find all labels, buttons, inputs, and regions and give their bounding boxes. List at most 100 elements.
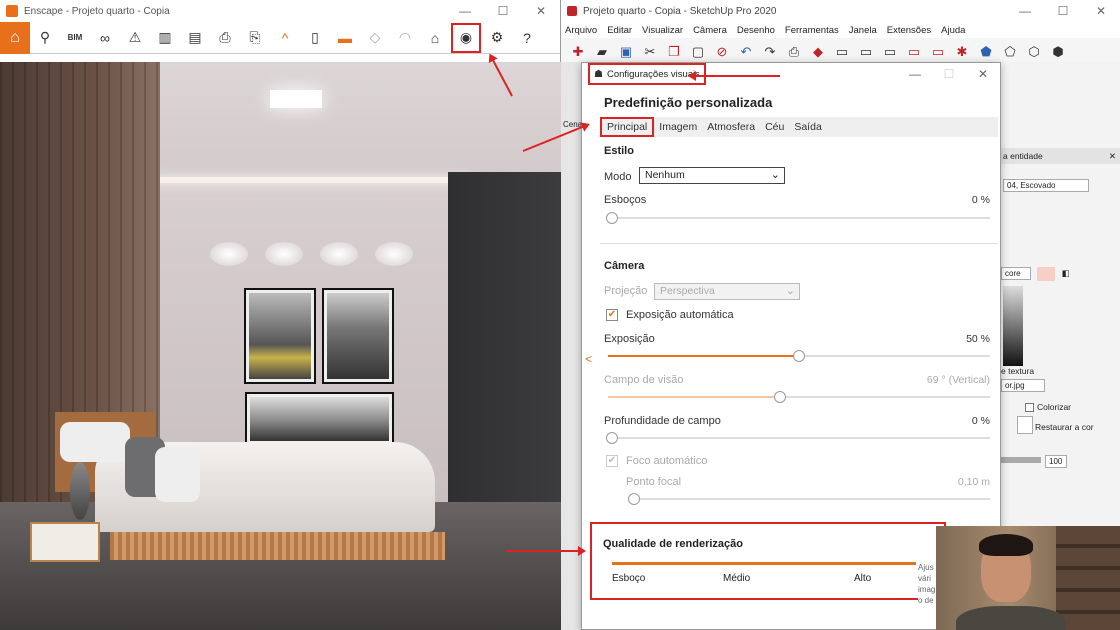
new-file-icon[interactable]: ✚ [567, 41, 589, 63]
dialog-maximize-button[interactable]: ☐ [932, 67, 966, 81]
close-icon[interactable]: ✕ [1109, 148, 1116, 164]
sketchup-maximize-button[interactable]: ☐ [1044, 4, 1082, 18]
buildings-icon[interactable]: ▥ [151, 24, 179, 52]
colorize-checkbox[interactable] [1025, 403, 1034, 413]
upload-icon[interactable]: ⚠ [121, 24, 149, 52]
material-icon[interactable]: ◧ [1062, 268, 1070, 278]
gear-icon[interactable]: ⚙ [483, 24, 511, 52]
menu-arquivo[interactable]: Arquivo [565, 25, 597, 36]
menu-visualizar[interactable]: Visualizar [642, 25, 683, 36]
save-icon[interactable]: ▣ [615, 41, 637, 63]
slider-knob[interactable] [773, 391, 786, 403]
map-pin-icon[interactable]: ⚲ [31, 24, 59, 52]
component-icon[interactable]: ▭ [855, 41, 877, 63]
component-browser-icon[interactable]: ✱ [951, 41, 973, 63]
sketchup-minimize-button[interactable]: — [1006, 4, 1044, 18]
enscape-minimize-button[interactable]: — [446, 4, 484, 18]
chevron-up-icon[interactable]: ^ [271, 24, 299, 52]
menu-extensoes[interactable]: Extensões [887, 25, 931, 36]
binoculars-icon[interactable]: ∞ [91, 24, 119, 52]
cube-icon[interactable]: ◇ [361, 24, 389, 52]
tab-saida[interactable]: Saída [789, 117, 826, 137]
paste-icon[interactable]: ▢ [687, 41, 709, 63]
top-view-icon[interactable]: ⬠ [999, 41, 1021, 63]
batch-render-icon[interactable]: ⎘ [241, 24, 269, 52]
colorize-row[interactable]: Colorizar [999, 402, 1120, 413]
tab-principal[interactable]: Principal [600, 117, 655, 137]
visual-settings-icon: ☗ [594, 68, 603, 80]
projection-select[interactable]: Perspectiva ⌄ [654, 283, 800, 300]
dialog-close-button[interactable]: ✕ [966, 67, 1000, 81]
restore-color-label[interactable]: Restaurar a cor [1035, 422, 1095, 432]
exposure-slider[interactable] [608, 350, 990, 362]
sketchup-close-button[interactable]: ✕ [1082, 4, 1120, 18]
quality-high-option[interactable]: Alto [854, 573, 871, 584]
cut-icon[interactable]: ✂ [639, 41, 661, 63]
home-icon[interactable]: ⌂ [0, 21, 30, 54]
quality-draft-option[interactable]: Esboço [612, 573, 645, 584]
menu-camera[interactable]: Câmera [693, 25, 727, 36]
asset-library-icon[interactable]: ⌂ [421, 24, 449, 52]
eraser-tool-icon[interactable]: ▭ [903, 41, 925, 63]
tab-ceu[interactable]: Céu [760, 117, 789, 137]
undo-icon[interactable]: ↶ [735, 41, 757, 63]
mode-select[interactable]: Nenhum ⌄ [639, 167, 785, 184]
paint-icon[interactable]: ▭ [879, 41, 901, 63]
dialog-minimize-button[interactable]: — [898, 67, 932, 81]
front-view-icon[interactable]: ⬡ [1023, 41, 1045, 63]
visual-settings-eye-icon[interactable]: ◉ [451, 22, 481, 53]
slider-knob[interactable] [793, 350, 805, 362]
color-swatch[interactable] [1037, 267, 1056, 281]
right-view-icon[interactable]: ⬢ [1047, 41, 1069, 63]
enscape-maximize-button[interactable]: ☐ [484, 4, 522, 18]
menu-editar[interactable]: Editar [607, 25, 632, 36]
map-icon[interactable]: ▯ [301, 24, 329, 52]
vr-headset-icon[interactable]: ◠ [391, 24, 419, 52]
iso-view-icon[interactable]: ⬟ [975, 41, 997, 63]
restore-color-icon[interactable] [1017, 416, 1033, 434]
print-icon[interactable]: ⎙ [783, 41, 805, 63]
menu-desenho[interactable]: Desenho [737, 25, 775, 36]
screenshot-icon[interactable]: ⎙ [211, 24, 239, 52]
copy-icon[interactable]: ❐ [663, 41, 685, 63]
render-viewport[interactable] [0, 62, 561, 630]
redo-icon[interactable]: ↷ [759, 41, 781, 63]
tab-atmosfera[interactable]: Atmosfera [702, 117, 760, 137]
enscape-close-button[interactable]: ✕ [522, 4, 560, 18]
select-icon[interactable]: ▭ [831, 41, 853, 63]
autofocus-checkbox[interactable]: ✔ [606, 455, 618, 467]
menu-ajuda[interactable]: Ajuda [941, 25, 965, 36]
chevron-left-icon[interactable]: < [585, 352, 592, 366]
panorama-icon[interactable]: ▬ [331, 24, 359, 52]
open-folder-icon[interactable]: ▰ [591, 41, 613, 63]
render-quality-slider[interactable] [612, 562, 916, 565]
erase-icon[interactable]: ⊘ [711, 41, 733, 63]
fov-slider[interactable] [608, 391, 990, 403]
quality-medium-option[interactable]: Médio [723, 573, 750, 584]
entity-info-header[interactable]: a entidade ✕ [999, 148, 1120, 164]
model-info-icon[interactable]: ◆ [807, 41, 829, 63]
slider-knob[interactable] [606, 432, 618, 444]
slider-knob[interactable] [606, 212, 618, 224]
clapperboard-icon[interactable]: ▤ [181, 24, 209, 52]
bim-button[interactable]: BIM [61, 24, 89, 52]
dof-slider[interactable] [606, 432, 990, 444]
color-value-slider[interactable] [1003, 286, 1023, 366]
opacity-input[interactable]: 100 [1045, 455, 1067, 468]
focal-point-label: Ponto focal [626, 476, 682, 488]
help-icon[interactable]: ? [513, 24, 541, 52]
tape-icon[interactable]: ▭ [927, 41, 949, 63]
material-name-field[interactable]: 04, Escovado [1003, 179, 1089, 192]
color-model-select[interactable]: core [1001, 267, 1031, 281]
sketch-slider[interactable] [606, 212, 990, 224]
menu-ferramentas[interactable]: Ferramentas [785, 25, 839, 36]
style-heading: Estilo [604, 145, 634, 157]
opacity-slider[interactable] [1001, 457, 1041, 463]
tab-imagem[interactable]: Imagem [654, 117, 702, 137]
chevron-down-icon: ⌄ [785, 285, 795, 297]
menu-janela[interactable]: Janela [849, 25, 877, 36]
texture-file-field[interactable]: or.jpg [1001, 379, 1045, 392]
focal-point-slider[interactable] [628, 493, 990, 505]
slider-knob[interactable] [628, 493, 640, 505]
auto-exposure-checkbox[interactable]: ✔ [606, 309, 618, 321]
